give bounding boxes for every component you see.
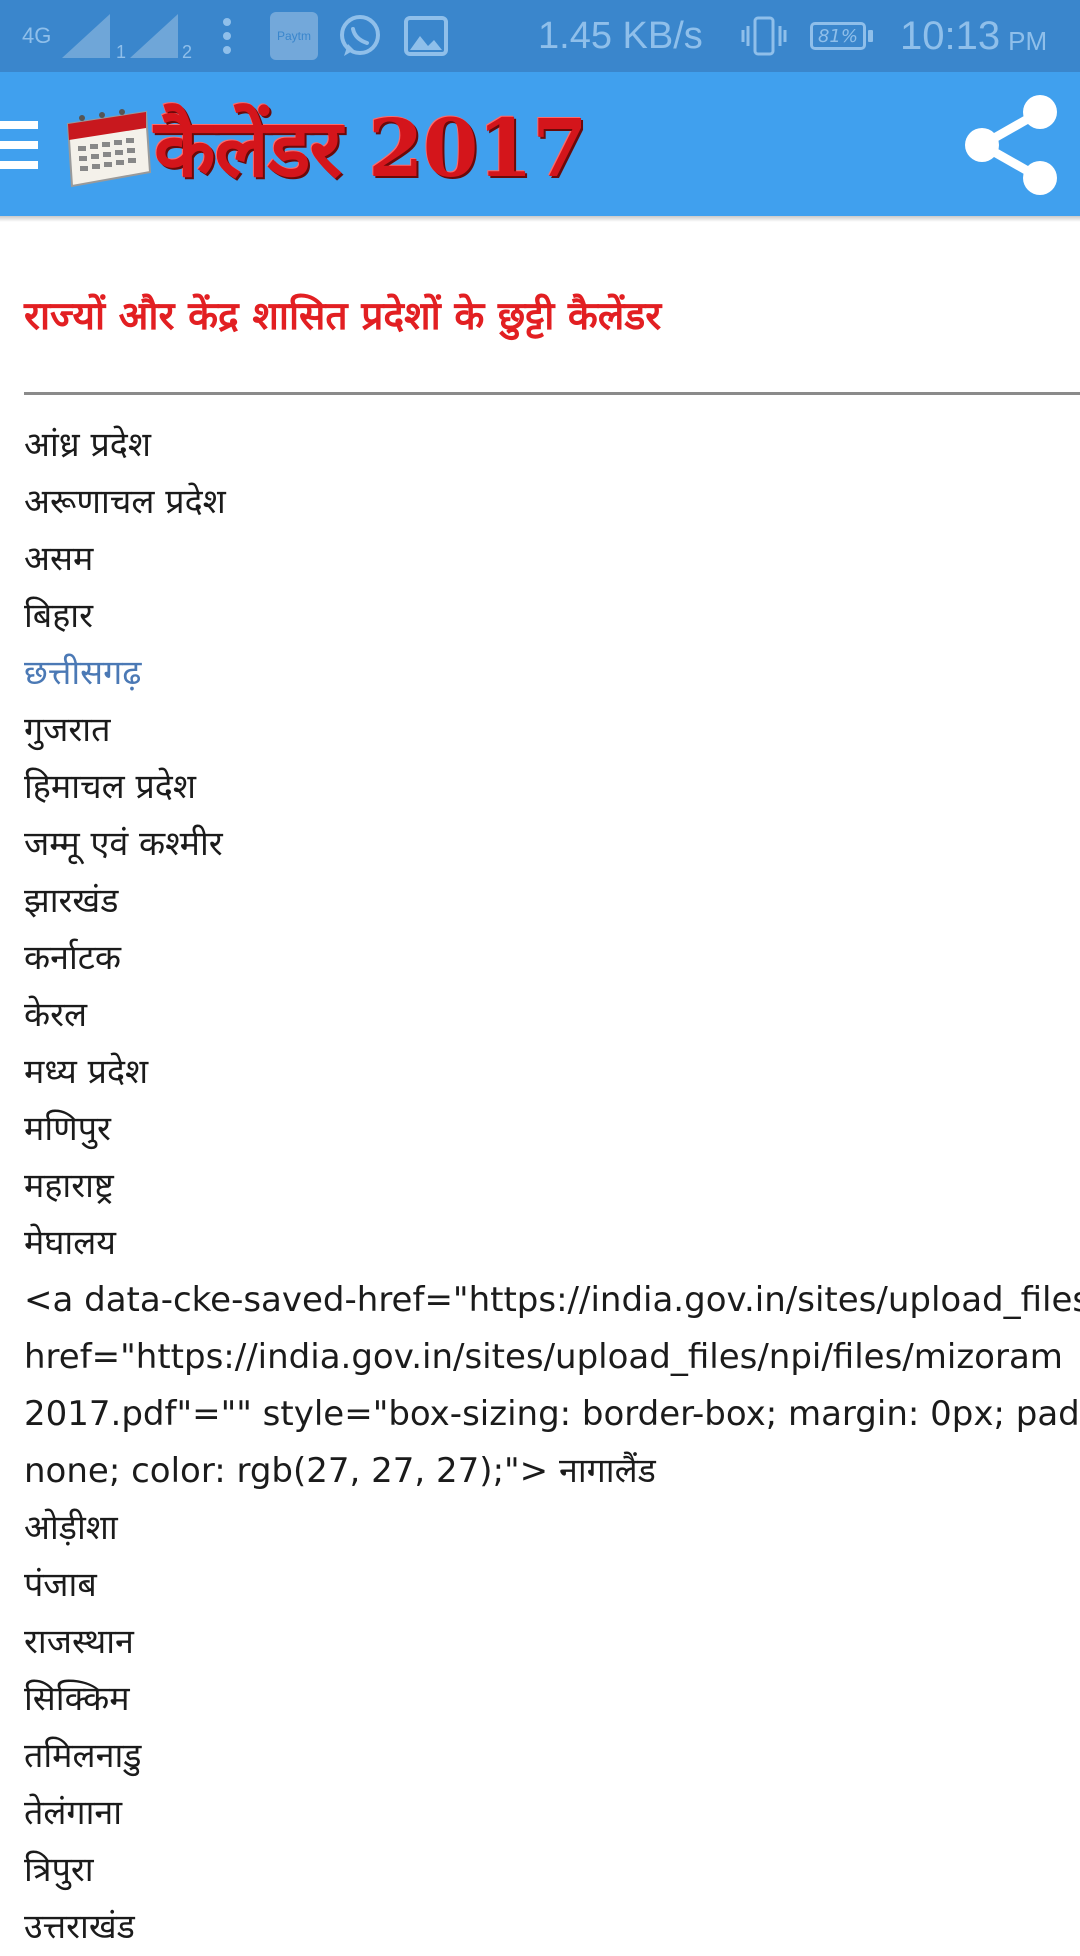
list-item: none; color: rgb(27, 27, 27);"> नागालैंड xyxy=(24,1451,656,1491)
network-speed: 1.45 KB/s xyxy=(538,14,703,57)
list-item: पंजाब xyxy=(24,1565,97,1605)
paytm-notification-icon: Paytm xyxy=(270,0,318,72)
list-item: महाराष्ट्र xyxy=(24,1166,114,1206)
divider xyxy=(24,392,1080,395)
list-item: आंध्र प्रदेश xyxy=(24,425,151,465)
status-bar: 4G 1 2 Paytm 1.45 KB/s 81% 10:13 PM xyxy=(0,0,1080,72)
gallery-notification-icon xyxy=(404,0,448,72)
list-item: बिहार xyxy=(24,596,93,636)
list-item: <a data-cke-saved-href="https://india.go… xyxy=(24,1280,1080,1320)
page-heading: राज्यों और केंद्र शासित प्रदेशों के छुट्… xyxy=(24,294,662,339)
calendar-logo-icon xyxy=(62,102,152,190)
list-item: तमिलनाडु xyxy=(24,1736,142,1776)
more-dots-icon xyxy=(220,0,234,72)
list-item: मध्य प्रदेश xyxy=(24,1052,149,1092)
list-item: मेघालय xyxy=(24,1223,117,1263)
list-item: झारखंड xyxy=(24,881,119,921)
list-item: सिक्किम xyxy=(24,1679,130,1719)
signal-strength-sim1-icon xyxy=(62,0,118,72)
list-item: उत्तराखंड xyxy=(24,1907,135,1947)
clock: 10:13 PM xyxy=(900,13,1048,58)
list-item: मणिपुर xyxy=(24,1109,111,1149)
app-title: कैलेंडर 2017 xyxy=(154,101,588,195)
app-bar: कैलेंडर 2017 xyxy=(0,72,1080,216)
state-link[interactable]: छत्तीसगढ़ xyxy=(24,645,1080,702)
list-item: गुजरात xyxy=(24,710,111,750)
list-item: 2017.pdf"="" style="box-sizing: border-b… xyxy=(24,1394,1080,1434)
list-item: राजस्थान xyxy=(24,1622,134,1662)
app-bar-shadow xyxy=(0,216,1080,222)
battery-percentage: 81% xyxy=(810,22,866,50)
list-item: हिमाचल प्रदेश xyxy=(24,767,196,807)
signal-strength-sim2-icon xyxy=(130,0,186,72)
share-icon[interactable] xyxy=(956,90,1066,200)
list-item: जम्मू एवं कश्मीर xyxy=(24,824,223,864)
list-item: केरल xyxy=(24,995,88,1035)
list-item: तेलंगाना xyxy=(24,1793,123,1833)
list-item: href="https://india.gov.in/sites/upload_… xyxy=(24,1337,1063,1377)
battery-indicator: 81% xyxy=(810,0,873,72)
vibrate-mode-icon xyxy=(740,0,788,72)
list-item: त्रिपुरा xyxy=(24,1850,94,1890)
list-item: अरूणाचल प्रदेश xyxy=(24,482,226,522)
hamburger-menu-icon[interactable] xyxy=(0,121,40,171)
list-item: असम xyxy=(24,539,94,579)
list-item: कर्नाटक xyxy=(24,938,122,978)
network-type-indicator: 4G xyxy=(22,23,52,48)
whatsapp-notification-icon xyxy=(336,0,384,72)
list-item: ओड़ीशा xyxy=(24,1508,118,1548)
state-list: आंध्र प्रदेश अरूणाचल प्रदेश असम बिहार छत्तीस… xyxy=(24,417,1080,1956)
